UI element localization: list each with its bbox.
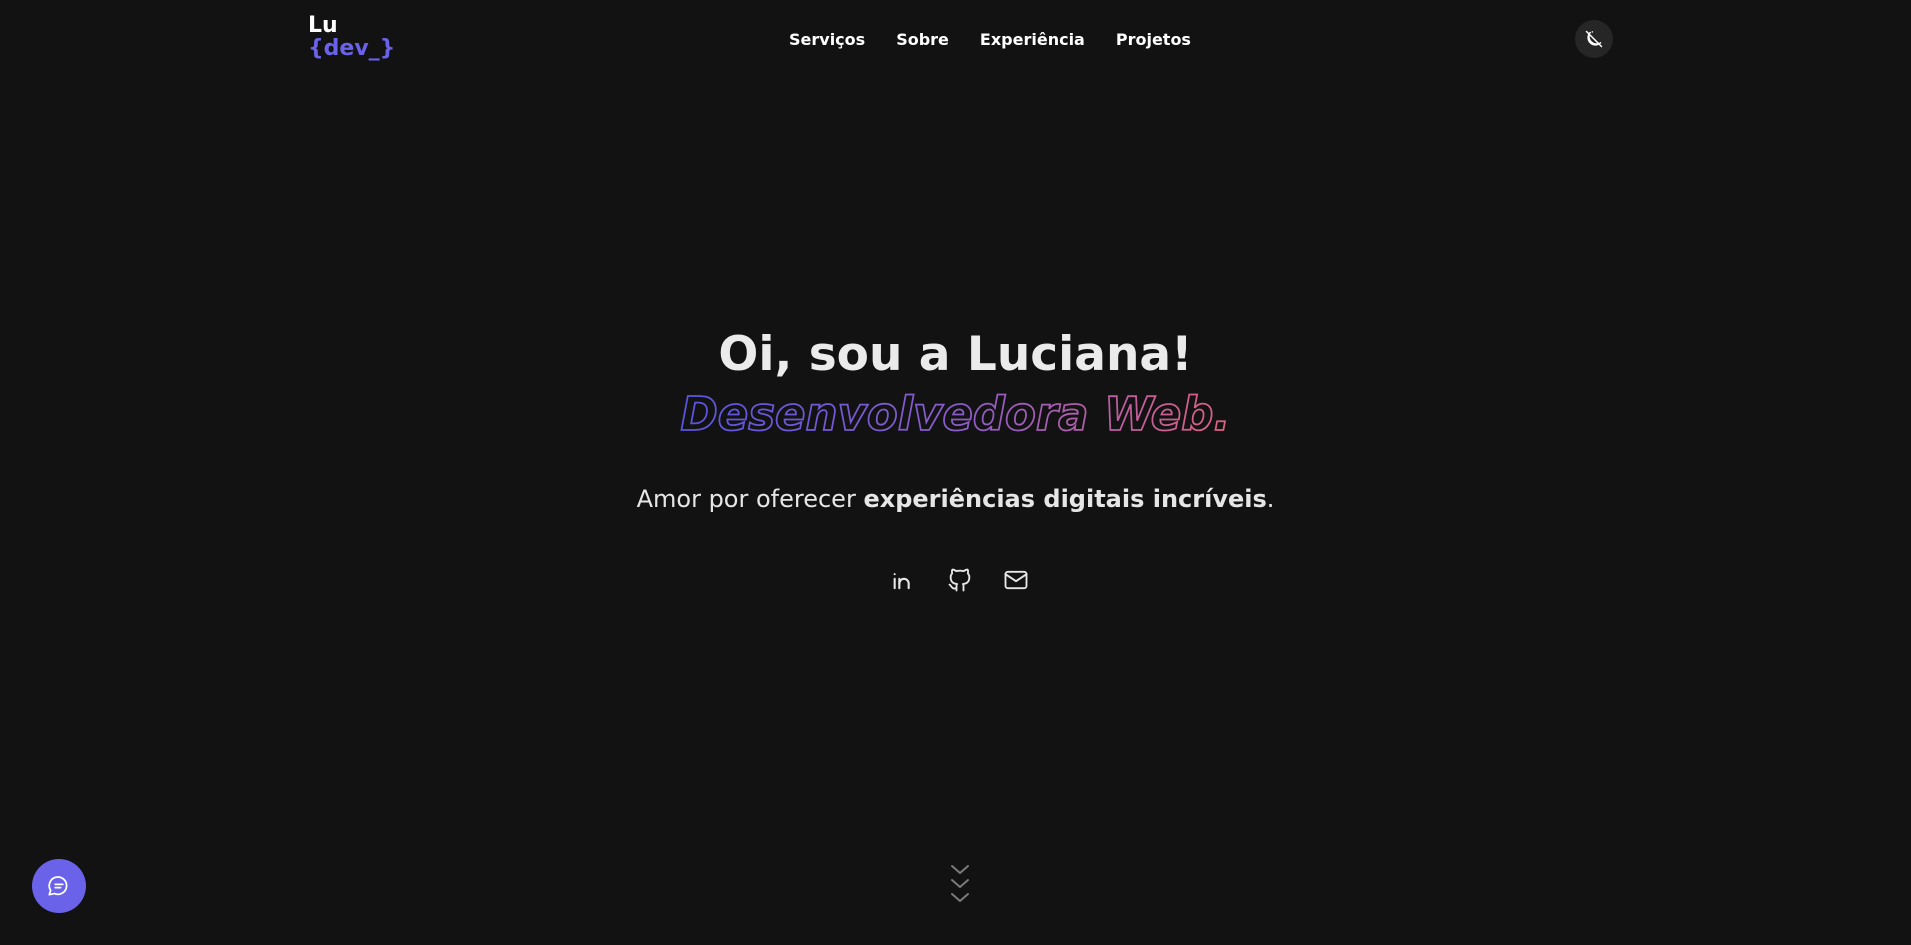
logo[interactable]: Lu {dev_}	[308, 14, 395, 60]
nav-item-servicos[interactable]: Serviços	[789, 30, 865, 49]
hero-role: Desenvolvedora Web.	[680, 386, 1232, 442]
chat-button[interactable]	[32, 859, 86, 913]
chat-bubble-icon	[48, 876, 68, 896]
chevrons-down-icon	[951, 865, 969, 902]
hero-description-highlight: experiências digitais incríveis	[863, 485, 1267, 513]
hero-title: Oi, sou a Luciana!	[718, 327, 1193, 382]
hero-section: Oi, sou a Luciana! Desenvolvedora Web. A…	[0, 325, 1911, 513]
linkedin-link[interactable]	[889, 565, 919, 595]
hero-role-text: Desenvolvedora Web.	[681, 387, 1231, 441]
main-nav: Serviços Sobre Experiência Projetos	[789, 30, 1191, 49]
hero-role-wrap: Desenvolvedora Web.	[0, 385, 1911, 443]
mail-icon	[1004, 570, 1028, 590]
scroll-down-button[interactable]	[949, 863, 971, 907]
linkedin-icon	[893, 573, 910, 590]
github-link[interactable]	[945, 565, 975, 595]
moon-off-icon	[1585, 30, 1603, 48]
github-icon	[948, 568, 971, 592]
hero-description-prefix: Amor por oferecer	[636, 485, 864, 513]
nav-item-projetos[interactable]: Projetos	[1116, 30, 1191, 49]
nav-item-experiencia[interactable]: Experiência	[980, 30, 1085, 49]
logo-tag: {dev_}	[308, 36, 396, 62]
nav-item-sobre[interactable]: Sobre	[896, 30, 949, 49]
email-link[interactable]	[1001, 565, 1031, 595]
theme-toggle-button[interactable]	[1575, 20, 1613, 58]
social-links	[889, 565, 1031, 595]
hero-description: Amor por oferecer experiências digitais …	[0, 485, 1911, 513]
logo-name: Lu	[308, 13, 338, 38]
page: Lu {dev_} Serviços Sobre Experiência Pro…	[0, 0, 1911, 945]
hero-description-suffix: .	[1266, 485, 1275, 513]
